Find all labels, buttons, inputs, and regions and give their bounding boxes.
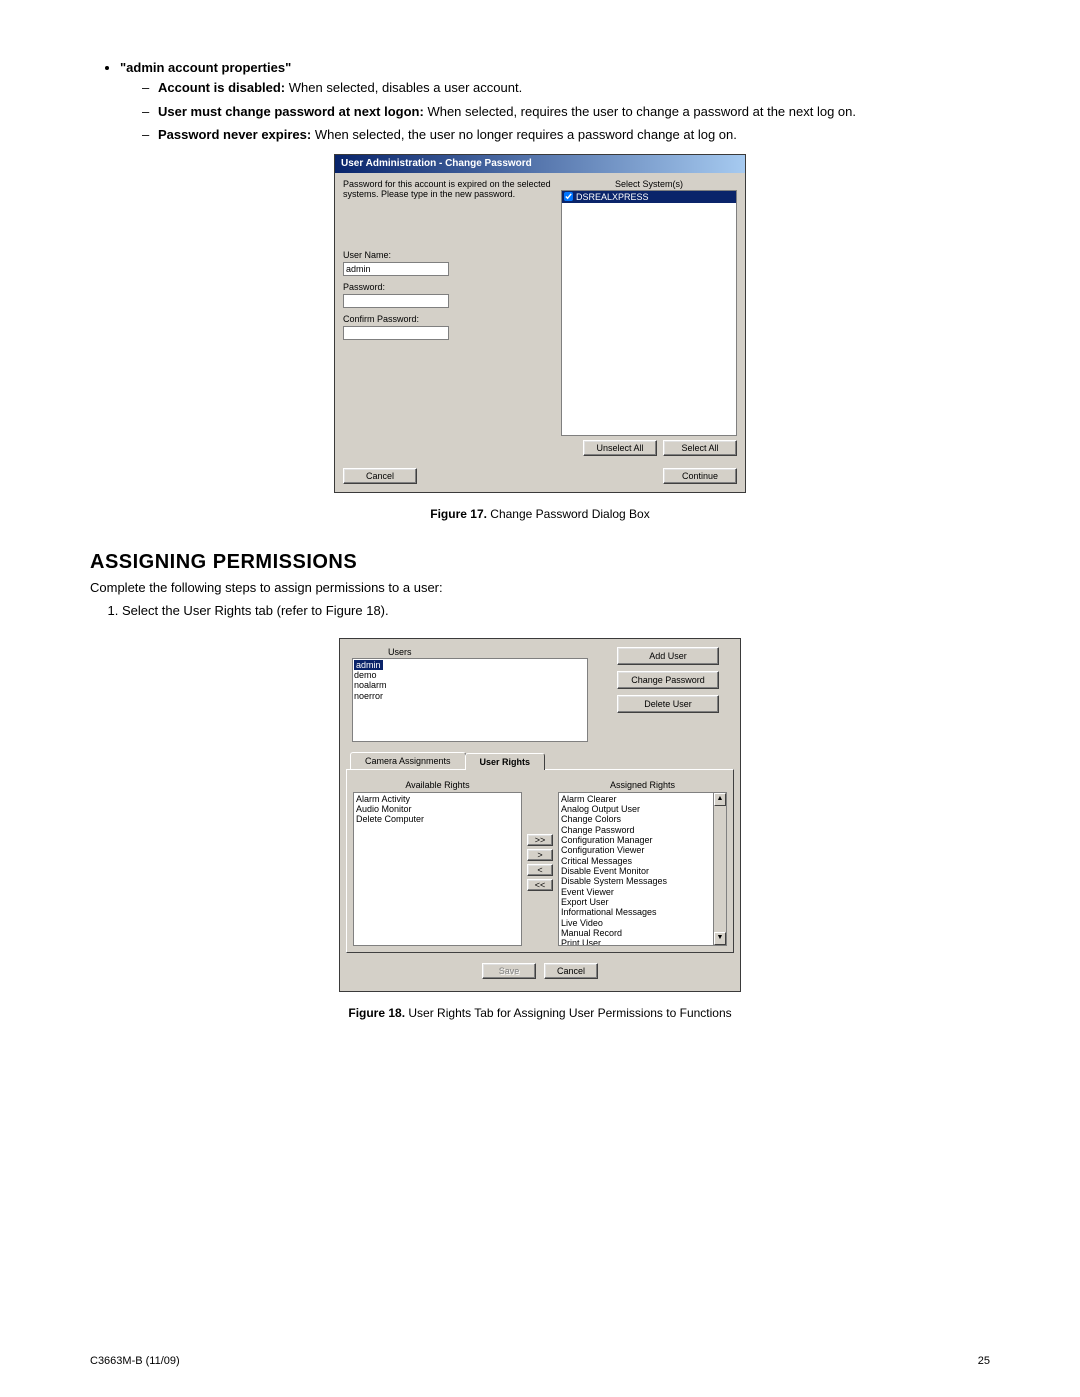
continue-button[interactable]: Continue — [663, 468, 737, 484]
add-user-button[interactable]: Add User — [617, 647, 719, 665]
user-rights-panel: Available Rights Alarm Activity Audio Mo… — [346, 769, 734, 953]
bullet-2-rest: When selected, requires the user to chan… — [427, 104, 856, 119]
users-list[interactable]: admin demo noalarm noerror — [352, 658, 588, 742]
user-item[interactable]: demo — [354, 670, 586, 680]
scroll-up-icon[interactable]: ▲ — [714, 793, 726, 806]
list-item[interactable]: Change Password — [561, 825, 712, 835]
scrollbar[interactable]: ▲ ▼ — [713, 793, 726, 945]
user-rights-dialog: Users admin demo noalarm noerror Add Use… — [339, 638, 741, 992]
tab-user-rights[interactable]: User Rights — [465, 753, 546, 770]
confirm-password-input[interactable] — [343, 326, 449, 340]
move-all-right-button[interactable]: >> — [527, 834, 553, 846]
save-button: Save — [482, 963, 536, 979]
available-rights-header: Available Rights — [353, 780, 522, 790]
available-rights-list[interactable]: Alarm Activity Audio Monitor Delete Comp… — [353, 792, 522, 946]
cancel-button[interactable]: Cancel — [343, 468, 417, 484]
list-item[interactable]: Live Video — [561, 918, 712, 928]
list-item[interactable]: Audio Monitor — [356, 804, 519, 814]
footer-left: C3663M-B (11/09) — [90, 1355, 180, 1367]
list-item[interactable]: Alarm Clearer — [561, 794, 712, 804]
bullet-1-bold: Account is disabled: — [158, 80, 285, 95]
select-systems-header: Select System(s) — [561, 179, 737, 189]
assigned-rights-header: Assigned Rights — [558, 780, 727, 790]
user-item[interactable]: noalarm — [354, 680, 586, 690]
scroll-down-icon[interactable]: ▼ — [714, 932, 726, 945]
system-checkbox[interactable] — [564, 192, 573, 201]
password-label: Password: — [343, 282, 553, 292]
username-input[interactable] — [343, 262, 449, 276]
assigned-rights-list[interactable]: Alarm Clearer Analog Output User Change … — [558, 792, 727, 946]
dialog-title: User Administration - Change Password — [335, 155, 745, 173]
assigning-permissions-lead: Complete the following steps to assign p… — [90, 580, 990, 595]
figure-17-caption: Figure 17. Change Password Dialog Box — [90, 507, 990, 521]
list-item[interactable]: Configuration Manager — [561, 835, 712, 845]
figure-18-caption: Figure 18. User Rights Tab for Assigning… — [90, 1006, 990, 1020]
list-item[interactable]: Informational Messages — [561, 907, 712, 917]
list-item[interactable]: Manual Record — [561, 928, 712, 938]
list-item[interactable]: Alarm Activity — [356, 794, 519, 804]
list-item[interactable]: Analog Output User — [561, 804, 712, 814]
confirm-password-label: Confirm Password: — [343, 314, 553, 324]
assigning-permissions-heading: ASSIGNING PERMISSIONS — [90, 551, 990, 574]
list-item[interactable]: Disable System Messages — [561, 876, 712, 886]
users-label: Users — [388, 647, 588, 657]
list-item[interactable]: Configuration Viewer — [561, 845, 712, 855]
move-all-left-button[interactable]: << — [527, 879, 553, 891]
step-1: Select the User Rights tab (refer to Fig… — [122, 603, 990, 618]
bullet-main: "admin account properties" — [120, 60, 291, 75]
change-password-button[interactable]: Change Password — [617, 671, 719, 689]
page-footer: C3663M-B (11/09) 25 — [90, 1355, 990, 1367]
username-label: User Name: — [343, 250, 553, 260]
cancel-button-2[interactable]: Cancel — [544, 963, 598, 979]
unselect-all-button[interactable]: Unselect All — [583, 440, 657, 456]
password-input[interactable] — [343, 294, 449, 308]
move-right-button[interactable]: > — [527, 849, 553, 861]
tab-camera-assignments[interactable]: Camera Assignments — [350, 752, 466, 769]
list-item[interactable]: Delete Computer — [356, 814, 519, 824]
admin-account-properties-list: "admin account properties" Account is di… — [120, 60, 990, 144]
user-item-selected[interactable]: admin — [354, 660, 383, 670]
move-left-button[interactable]: < — [527, 864, 553, 876]
user-item[interactable]: noerror — [354, 691, 586, 701]
list-item[interactable]: Event Viewer — [561, 887, 712, 897]
change-password-dialog: User Administration - Change Password Pa… — [334, 154, 746, 493]
systems-list[interactable]: DSREALXPRESS — [561, 190, 737, 436]
list-item[interactable]: Print User — [561, 938, 712, 945]
footer-page-number: 25 — [978, 1355, 990, 1367]
delete-user-button[interactable]: Delete User — [617, 695, 719, 713]
list-item[interactable]: Critical Messages — [561, 856, 712, 866]
system-name: DSREALXPRESS — [576, 192, 649, 202]
bullet-2-bold: User must change password at next logon: — [158, 104, 424, 119]
list-item[interactable]: Disable Event Monitor — [561, 866, 712, 876]
list-item[interactable]: Change Colors — [561, 814, 712, 824]
steps-list: Select the User Rights tab (refer to Fig… — [122, 603, 990, 618]
system-row[interactable]: DSREALXPRESS — [562, 191, 736, 203]
dialog-message: Password for this account is expired on … — [343, 179, 553, 201]
bullet-3-bold: Password never expires: — [158, 127, 311, 142]
list-item[interactable]: Export User — [561, 897, 712, 907]
bullet-1-rest: When selected, disables a user account. — [289, 80, 522, 95]
select-all-button[interactable]: Select All — [663, 440, 737, 456]
bullet-3-rest: When selected, the user no longer requir… — [315, 127, 737, 142]
